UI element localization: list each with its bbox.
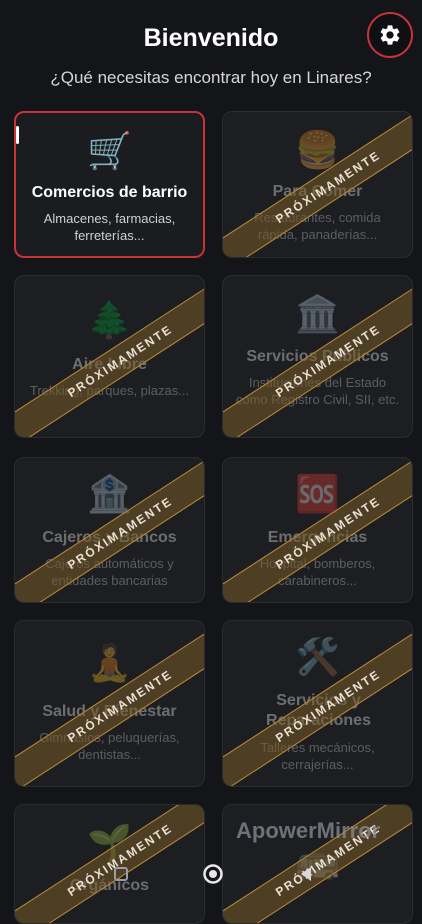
recents-button[interactable]: [110, 865, 132, 887]
category-card-para-comer[interactable]: 🍔 Para Comer Restaurantes, comida rápida…: [222, 111, 413, 258]
category-grid: 🛒 Comercios de barrio Almacenes, farmaci…: [0, 0, 422, 924]
recents-icon: [113, 866, 129, 887]
category-description: Almacenes, farmacias, ferreterías...: [43, 211, 176, 243]
category-card-emergencias[interactable]: 🆘 Emergencias Hospital, bomberos, carabi…: [222, 457, 413, 603]
scroll-indicator: [16, 126, 19, 144]
category-card-comercios[interactable]: 🛒 Comercios de barrio Almacenes, farmaci…: [14, 111, 205, 258]
home-button[interactable]: [202, 863, 224, 890]
category-card-servicios-publicos[interactable]: 🏛️ Servicios Públicos Instituciones del …: [222, 275, 413, 438]
system-navbar: [0, 855, 422, 885]
watermark-text: ApowerMirror: [236, 818, 381, 843]
category-card-salud-bienestar[interactable]: 🧘 Salud y Bienestar Gimnasios, peluquerí…: [14, 620, 205, 787]
back-icon: [297, 865, 315, 888]
back-button[interactable]: [295, 865, 317, 887]
home-icon: [202, 863, 224, 890]
shopping-cart-icon: 🛒: [87, 130, 132, 171]
category-card-aire-libre[interactable]: 🌲 Aire Libre Trekking, parques, plazas..…: [14, 275, 205, 438]
category-name: Comercios de barrio: [31, 184, 188, 201]
category-card-cajeros-bancos[interactable]: 🏦 Cajeros y Bancos Cajeros automáticos y…: [14, 457, 205, 603]
category-card-servicios-reparaciones[interactable]: 🛠️ Servicios y Reparaciones Talleres mec…: [222, 620, 413, 787]
